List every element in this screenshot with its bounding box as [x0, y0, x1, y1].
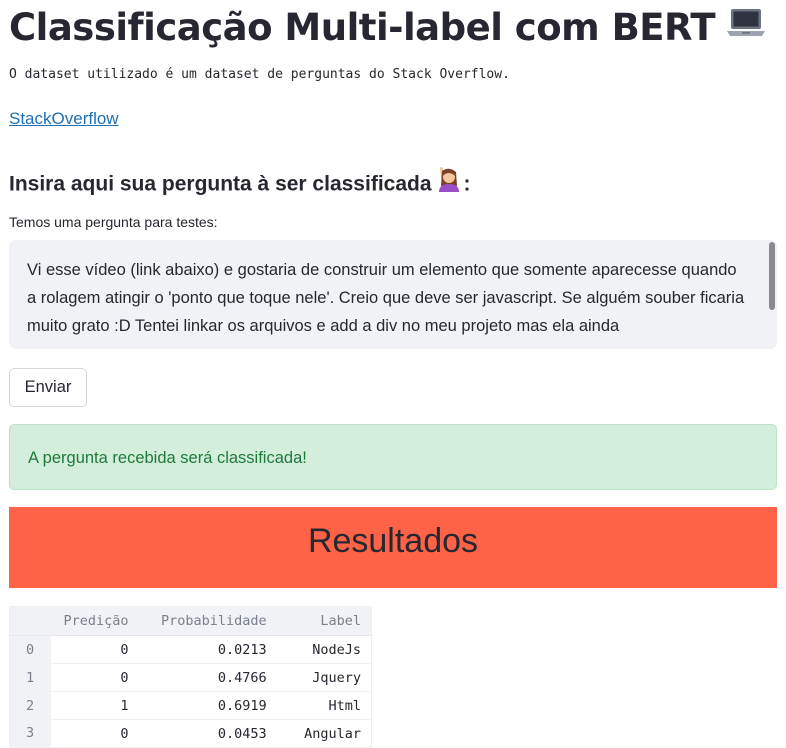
- success-alert-text: A pergunta recebida será classificada!: [28, 449, 307, 467]
- table-row: 1 0 0.4766 Jquery: [9, 663, 372, 692]
- column-header-label[interactable]: Label: [276, 606, 372, 636]
- main-container: Classificação Multi-label com BERT O dat…: [0, 0, 786, 748]
- cell-probabilidade: 0.6919: [138, 691, 277, 720]
- page-title: Classificação Multi-label com BERT: [9, 6, 767, 52]
- cell-predicao: 1: [50, 691, 139, 720]
- cell-probabilidade: 0.4766: [138, 663, 277, 692]
- row-index: 2: [9, 691, 51, 720]
- results-title: Resultados: [307, 522, 479, 560]
- textarea-visible-text: Vi esse vídeo (link abaixo) e gostaria d…: [27, 261, 745, 335]
- results-table: Predição Probabilidade Label 0 0 0.0213 …: [9, 606, 372, 748]
- laptop-icon: [725, 5, 767, 49]
- question-heading-text: Insira aqui sua pergunta à ser classific…: [9, 172, 432, 196]
- send-button[interactable]: Enviar: [9, 368, 87, 407]
- page-title-text: Classificação Multi-label com BERT: [9, 6, 716, 49]
- table-row: 0 0 0.0213 NodeJs: [9, 635, 372, 664]
- cell-probabilidade: 0.0453: [138, 719, 277, 748]
- success-alert: A pergunta recebida será classificada!: [9, 424, 777, 490]
- column-header-predicao[interactable]: Predição: [50, 606, 139, 636]
- row-index: 0: [9, 635, 51, 664]
- table-corner: [9, 606, 51, 636]
- cell-label: Html: [276, 691, 372, 720]
- cell-predicao: 0: [50, 719, 139, 748]
- dataset-description: O dataset utilizado é um dataset de perg…: [9, 67, 510, 82]
- textarea-partial-text: ainda: [578, 317, 620, 335]
- question-heading: Insira aqui sua pergunta à ser classific…: [9, 166, 471, 202]
- column-header-probabilidade[interactable]: Probabilidade: [138, 606, 277, 636]
- row-index: 1: [9, 663, 51, 692]
- person-raising-hand-icon: [436, 166, 462, 200]
- cell-label: Jquery: [276, 663, 372, 692]
- stackoverflow-link[interactable]: StackOverflow: [9, 108, 119, 130]
- textarea-label: Temos uma pergunta para testes:: [9, 214, 218, 230]
- cell-probabilidade: 0.0213: [138, 635, 277, 664]
- textarea-scrollbar[interactable]: [769, 242, 775, 310]
- table-row: 3 0 0.0453 Angular: [9, 719, 372, 748]
- question-heading-colon: :: [463, 172, 471, 196]
- cell-label: Angular: [276, 719, 372, 748]
- cell-predicao: 0: [50, 635, 139, 664]
- table-header-row: Predição Probabilidade Label: [9, 606, 372, 636]
- question-textarea-text[interactable]: Vi esse vídeo (link abaixo) e gostaria d…: [27, 256, 749, 340]
- cell-label: NodeJs: [276, 635, 372, 664]
- row-index: 3: [9, 719, 51, 748]
- question-textarea[interactable]: Vi esse vídeo (link abaixo) e gostaria d…: [9, 240, 777, 349]
- table-row: 2 1 0.6919 Html: [9, 691, 372, 720]
- results-banner: Resultados: [9, 507, 777, 588]
- cell-predicao: 0: [50, 663, 139, 692]
